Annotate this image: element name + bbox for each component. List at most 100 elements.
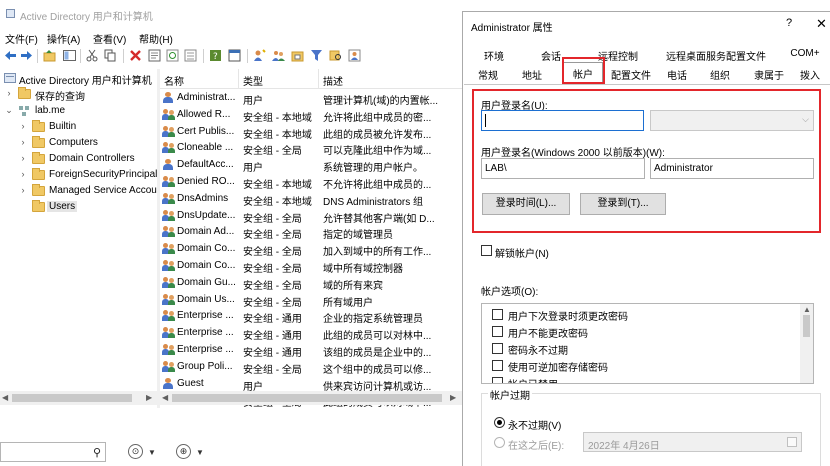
- chevron-down-icon[interactable]: ▼: [196, 448, 204, 457]
- scroll-left-arrow-icon[interactable]: ◀: [2, 393, 8, 402]
- table-row[interactable]: DnsAdmins 安全组 - 本地域 DNS Administrators 组: [160, 190, 462, 208]
- table-row[interactable]: Enterprise ... 安全组 - 通用 企业的指定系统管理员: [160, 307, 462, 325]
- table-row[interactable]: DefaultAcc... 用户 系统管理的用户帐户。: [160, 156, 462, 174]
- table-row[interactable]: Domain Ad... 安全组 - 全局 指定的域管理员: [160, 223, 462, 241]
- help-button[interactable]: ?: [786, 17, 792, 29]
- calendar-icon[interactable]: [787, 437, 797, 447]
- table-row[interactable]: Enterprise ... 安全组 - 通用 该组的成员是企业中的...: [160, 341, 462, 359]
- scroll-left-arrow-icon[interactable]: ◀: [162, 393, 168, 402]
- search-icon[interactable]: ⚲: [93, 446, 101, 459]
- checkbox[interactable]: [492, 377, 503, 383]
- scrollbar-thumb[interactable]: [803, 315, 810, 337]
- menu-help[interactable]: 帮助(H): [139, 31, 173, 46]
- scrollbar-thumb[interactable]: [12, 394, 132, 402]
- tree-item-computers[interactable]: › Computers: [0, 135, 157, 151]
- mmc-view-icon[interactable]: [228, 49, 241, 62]
- chevron-right-icon[interactable]: ›: [4, 88, 14, 98]
- list-horizontal-scrollbar[interactable]: ◀ ▶: [160, 391, 462, 405]
- checkbox[interactable]: [492, 360, 503, 371]
- tab-com-plus[interactable]: COM+: [783, 46, 827, 63]
- table-row[interactable]: Cert Publis... 安全组 - 本地域 此组的成员被允许发布...: [160, 123, 462, 141]
- view-options-button[interactable]: ⊙: [128, 444, 143, 459]
- new-ou-icon[interactable]: [291, 49, 304, 62]
- tab-address[interactable]: 地址: [513, 65, 551, 82]
- tab-general[interactable]: 常规: [470, 65, 506, 82]
- scrollbar-thumb[interactable]: [172, 394, 442, 402]
- tree-horizontal-scrollbar[interactable]: ◀ ▶: [0, 391, 157, 405]
- back-arrow-icon[interactable]: [4, 49, 17, 62]
- tree-item-managed-service-accounts[interactable]: › Managed Service Accounts: [0, 183, 157, 199]
- filter-icon[interactable]: [310, 49, 323, 62]
- cut-icon[interactable]: [86, 49, 99, 62]
- table-row[interactable]: Domain Gu... 安全组 - 全局 域的所有来宾: [160, 274, 462, 292]
- tab-organization[interactable]: 组织: [702, 65, 738, 82]
- tab-profile[interactable]: 配置文件: [608, 65, 654, 82]
- expiration-date-picker[interactable]: 2022年 4月26日: [583, 432, 802, 452]
- new-user-icon[interactable]: [253, 49, 266, 62]
- tab-telephones[interactable]: 电话: [660, 65, 694, 82]
- chevron-down-icon[interactable]: ⌄: [4, 105, 14, 116]
- column-header-name[interactable]: 名称: [164, 73, 184, 88]
- table-row[interactable]: Guest 用户 供来宾访问计算机或访...: [160, 375, 462, 393]
- table-row[interactable]: Domain Co... 安全组 - 全局 加入到域中的所有工作...: [160, 240, 462, 258]
- tree-root[interactable]: Active Directory 用户和计算机: [0, 70, 157, 87]
- search-input[interactable]: ⚲: [0, 442, 106, 462]
- scroll-right-arrow-icon[interactable]: ▶: [450, 393, 456, 402]
- table-row[interactable]: Domain Us... 安全组 - 全局 所有域用户: [160, 291, 462, 309]
- tree-item-domain[interactable]: ⌄ lab.me: [0, 103, 157, 119]
- find-icon[interactable]: [329, 49, 342, 62]
- unlock-account-checkbox[interactable]: [481, 245, 492, 256]
- table-row[interactable]: Denied RO... 安全组 - 本地域 不允许将此组中成员的...: [160, 173, 462, 191]
- tab-member-of[interactable]: 隶属于: [748, 65, 790, 82]
- tree-item-saved-queries[interactable]: › 保存的查询: [0, 86, 157, 103]
- menu-action[interactable]: 操作(A): [47, 31, 80, 46]
- tree-item-builtin[interactable]: › Builtin: [0, 119, 157, 135]
- add-filter-button[interactable]: ⊕: [176, 444, 191, 459]
- table-row[interactable]: Domain Co... 安全组 - 全局 域中所有域控制器: [160, 257, 462, 275]
- menu-view[interactable]: 查看(V): [93, 31, 126, 46]
- chevron-right-icon[interactable]: ›: [18, 137, 28, 147]
- tree-item-foreign-security-principals[interactable]: › ForeignSecurityPrincipals: [0, 167, 157, 183]
- add-to-group-icon[interactable]: [348, 49, 361, 62]
- end-of-radio[interactable]: [494, 437, 505, 448]
- tree-item-users[interactable]: Users: [0, 199, 157, 215]
- copy-icon[interactable]: [104, 49, 117, 62]
- help-book-icon[interactable]: ?: [209, 49, 222, 62]
- table-row[interactable]: Cloneable ... 安全组 - 全局 可以克隆此组中作为域...: [160, 139, 462, 157]
- chevron-right-icon[interactable]: ›: [18, 185, 28, 195]
- export-list-icon[interactable]: [184, 49, 197, 62]
- chevron-right-icon[interactable]: ›: [18, 169, 28, 179]
- checkbox[interactable]: [492, 326, 503, 337]
- scroll-right-arrow-icon[interactable]: ▶: [146, 393, 152, 402]
- table-row[interactable]: Enterprise ... 安全组 - 通用 此组的成员可以对林中...: [160, 324, 462, 342]
- column-divider[interactable]: [318, 69, 319, 89]
- column-header-description[interactable]: 描述: [323, 73, 343, 88]
- up-folder-icon[interactable]: [43, 49, 56, 62]
- checkbox[interactable]: [492, 343, 503, 354]
- close-button[interactable]: ✕: [816, 16, 827, 32]
- scroll-up-arrow-icon[interactable]: ▲: [803, 305, 811, 314]
- properties-icon[interactable]: [148, 49, 161, 62]
- tab-rds-profile[interactable]: 远程桌面服务配置文件: [661, 46, 771, 63]
- tree-item-domain-controllers[interactable]: › Domain Controllers: [0, 151, 157, 167]
- console-tree-icon[interactable]: [63, 49, 76, 62]
- tab-dial-in[interactable]: 拨入: [794, 65, 826, 82]
- table-row[interactable]: Group Poli... 安全组 - 全局 这个组中的成员可以修...: [160, 358, 462, 376]
- options-vertical-scrollbar[interactable]: ▲: [800, 304, 813, 383]
- never-expires-radio[interactable]: [494, 417, 505, 428]
- table-row[interactable]: Allowed R... 安全组 - 本地域 允许将此组中成员的密...: [160, 106, 462, 124]
- chevron-right-icon[interactable]: ›: [18, 153, 28, 163]
- column-divider[interactable]: [238, 69, 239, 89]
- menu-file[interactable]: 文件(F): [5, 31, 38, 46]
- checkbox[interactable]: [492, 309, 503, 320]
- table-row[interactable]: DnsUpdate... 安全组 - 全局 允许替其他客户端(如 D...: [160, 207, 462, 225]
- delete-icon[interactable]: [129, 49, 142, 62]
- chevron-right-icon[interactable]: ›: [18, 121, 28, 131]
- table-row[interactable]: Administrat... 用户 管理计算机(域)的内置帐...: [160, 89, 462, 107]
- tab-environment[interactable]: 环境: [474, 46, 514, 63]
- chevron-down-icon[interactable]: ▼: [148, 448, 156, 457]
- refresh-icon[interactable]: [166, 49, 179, 62]
- forward-arrow-icon[interactable]: [20, 49, 33, 62]
- column-header-type[interactable]: 类型: [243, 73, 263, 88]
- new-group-icon[interactable]: [272, 49, 285, 62]
